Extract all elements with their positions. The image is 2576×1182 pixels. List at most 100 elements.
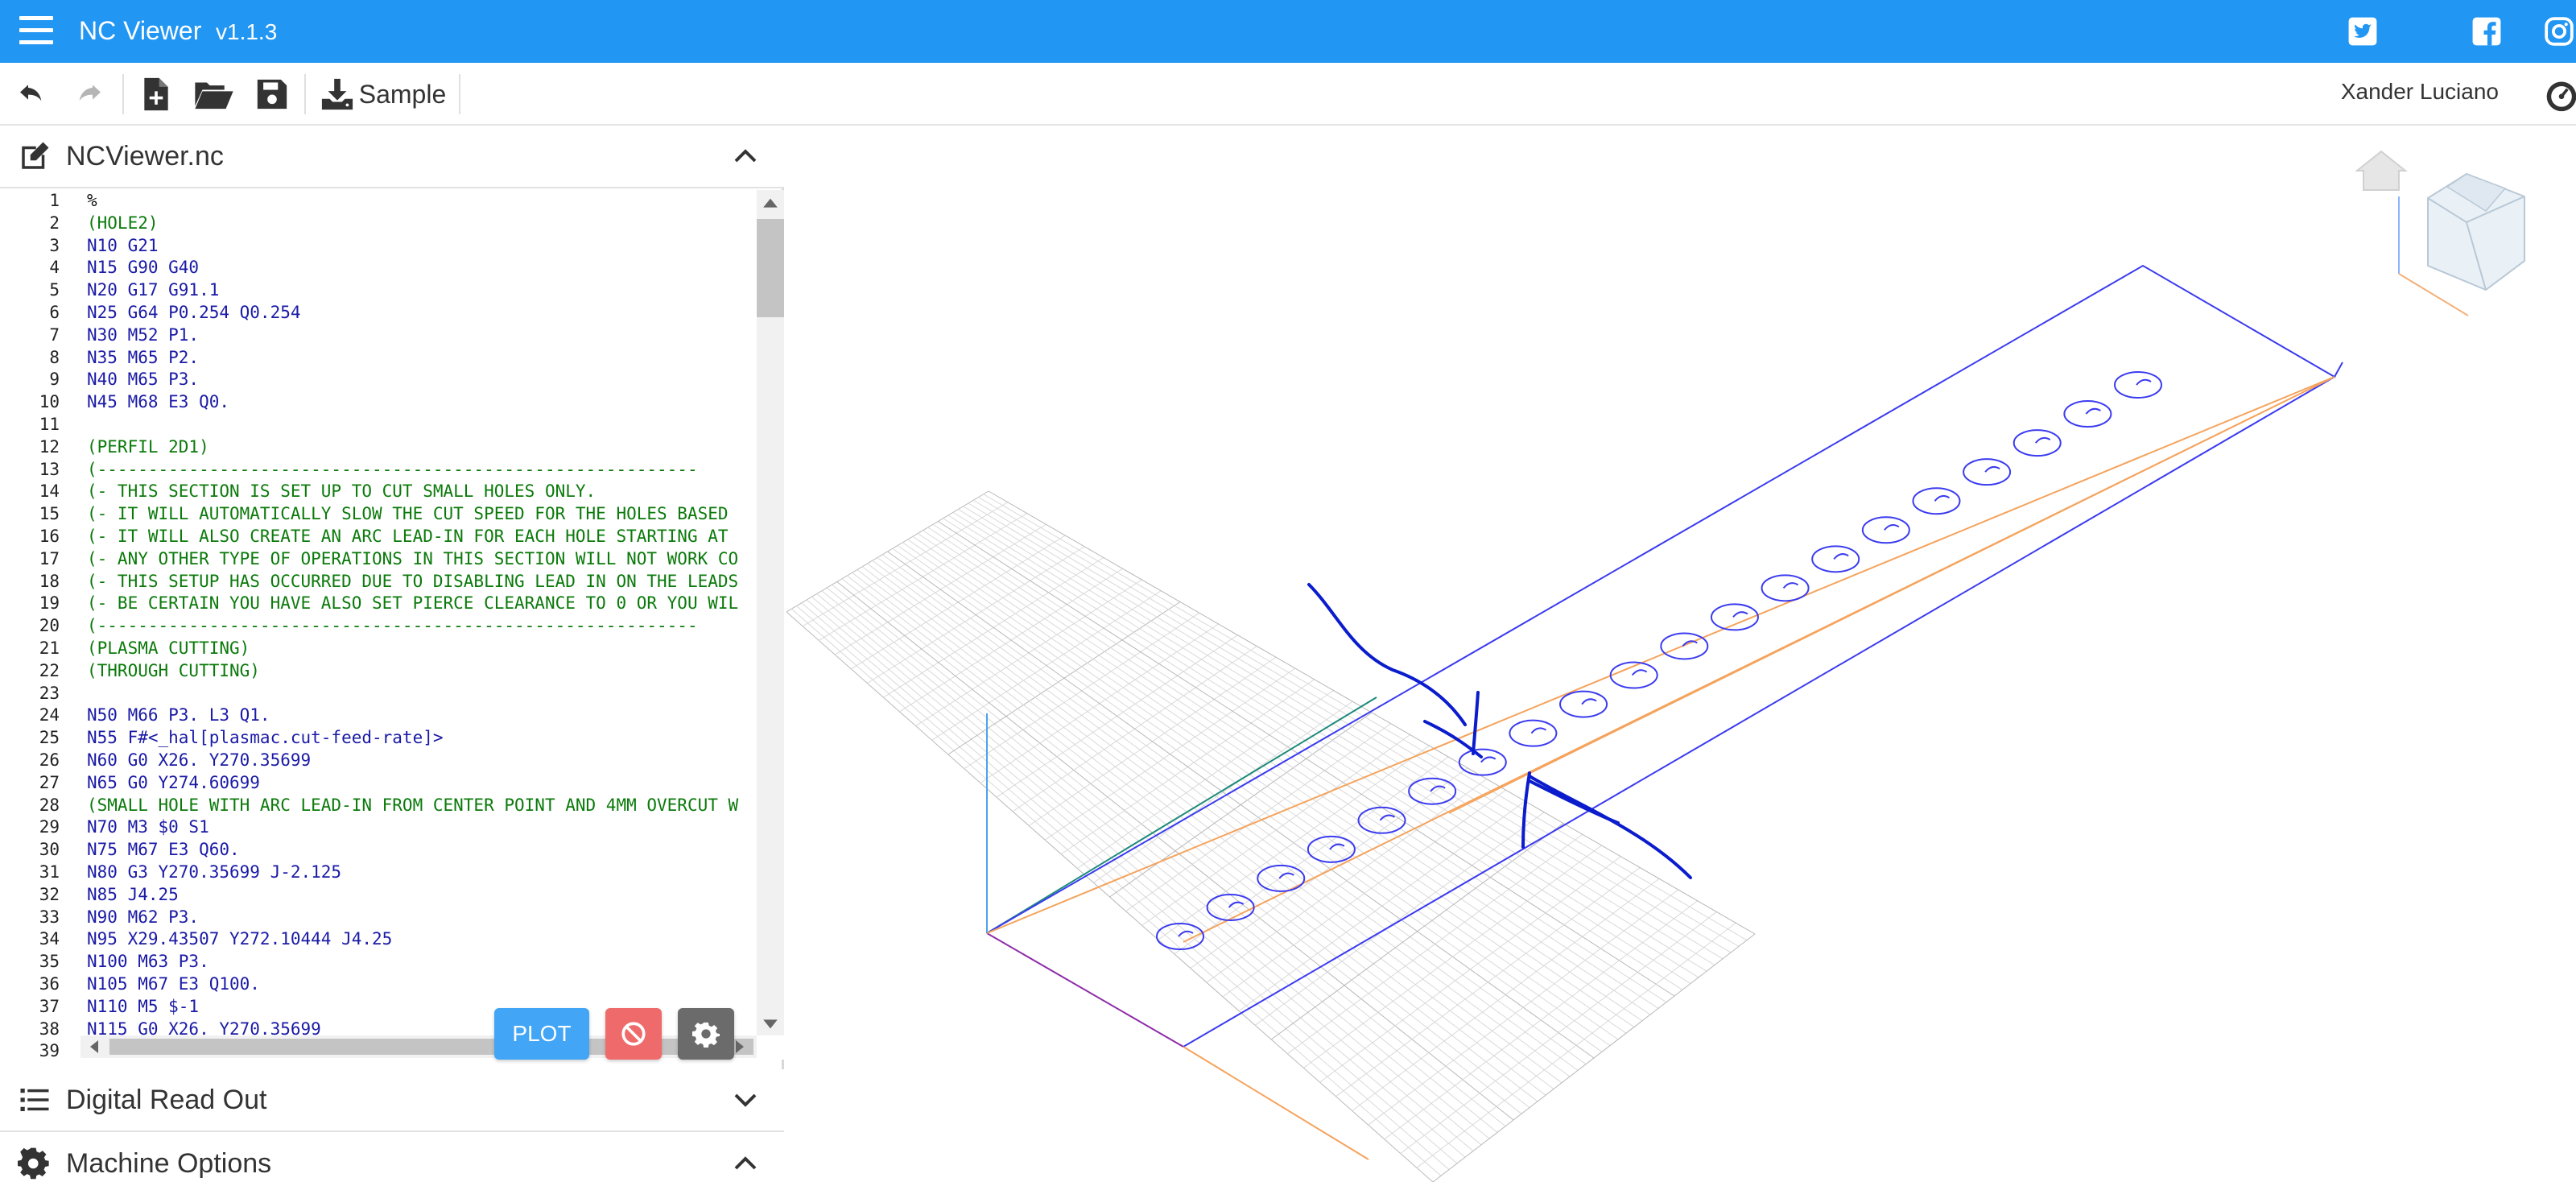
line-number: 14 [39,481,60,502]
line-number: 35 [39,952,60,972]
hole-toolpath [1408,777,1457,805]
code-text: (PERFIL 2D1) [87,436,209,457]
toolbar: Sample Xander Luciano [0,63,2576,126]
code-text: % [87,191,97,210]
line-number: 39 [39,1041,60,1060]
undo-button[interactable] [13,76,52,113]
redo-icon [79,85,101,101]
line-number: 3 [49,235,60,255]
chevron-up-icon[interactable] [731,1149,760,1178]
settings-button[interactable] [678,1008,734,1060]
scroll-down-arrow-icon[interactable] [762,1018,779,1032]
hole-toolpath [1761,574,1810,602]
code-text: (- ANY OTHER TYPE OF OPERATIONS IN THIS … [87,548,739,568]
toolbar-divider [459,74,460,114]
stop-button[interactable] [605,1008,662,1060]
rapid-move-line [986,376,2335,934]
toolbar-divider [122,74,124,114]
x-axis-line [986,932,1184,1048]
chevron-up-icon[interactable] [731,142,760,171]
annotation-arrow-stroke [1521,771,1531,849]
download-icon [321,78,353,110]
code-text: (SMALL HOLE WITH ARC LEAD-IN FROM CENTER… [87,795,739,815]
line-number: 16 [39,527,60,546]
twitter-icon[interactable] [2347,16,2378,47]
build-plate-grid [786,490,1756,1182]
grid-line [1384,900,1698,1140]
grid-line [1335,867,1641,1097]
hole-toolpath [1509,719,1558,747]
code-text: (THROUGH CUTTING) [87,660,260,680]
line-number: 7 [49,324,60,345]
hole-toolpath [1257,864,1306,892]
dro-panel-title: Digital Read Out [66,1084,267,1115]
line-number: 2 [49,213,60,233]
line-number: 24 [39,705,60,725]
line-number: 22 [39,660,60,680]
gcode-editor[interactable]: 1% 2 (HOLE2) 3 N10 G21 4 N15 G90 G40 5 N20 G17 G… [0,190,784,1060]
grid-line [1352,878,1660,1111]
bounding-box-edge [2334,362,2343,378]
dro-panel-header[interactable]: Digital Read Out [0,1069,784,1132]
sample-label: Sample [358,79,447,109]
line-number: 10 [39,392,60,412]
line-number: 13 [39,459,60,479]
machine-panel-title: Machine Options [66,1147,272,1179]
app-root: NC Viewer v1.1.3 Sample Xander Luciano N… [0,0,2576,1182]
home-icon[interactable] [2355,150,2408,191]
scroll-right-arrow-icon[interactable] [734,1039,747,1055]
code-text: (---------------------------------------… [87,616,698,636]
menu-icon[interactable] [19,16,53,47]
code-text: N55 F#<_hal[plasmac.cut-feed-rate]> [87,728,444,748]
hole-toolpath [1206,893,1255,921]
save-button[interactable] [253,76,291,113]
line-number: 28 [39,795,60,815]
gear-icon [692,1022,720,1048]
line-number: 31 [39,862,60,882]
toolbar-divider [304,74,306,114]
bounding-box [986,264,2336,1048]
scroll-up-arrow-icon[interactable] [762,195,779,209]
vertical-scrollbar-thumb[interactable] [757,219,784,317]
machine-panel-header[interactable]: Machine Options [0,1132,784,1182]
stop-icon [621,1022,646,1046]
line-number: 8 [49,347,60,367]
sample-button[interactable]: Sample [317,76,449,113]
plot-button[interactable]: PLOT [494,1008,589,1060]
code-text: N40 M65 P3. [87,370,200,390]
line-number: 36 [39,974,60,994]
grid-line [1368,889,1679,1126]
line-number: 17 [39,548,60,568]
line-number: 6 [49,303,60,322]
line-number: 23 [39,683,60,703]
hole-toolpath [2114,371,2162,399]
scroll-left-arrow-icon[interactable] [87,1039,100,1055]
chevron-down-icon[interactable] [731,1085,760,1114]
toolpath-canvas[interactable] [786,126,2576,1182]
3d-viewport[interactable] [786,126,2576,1182]
line-number: 21 [39,639,60,658]
line-number: 26 [39,750,60,770]
code-text: (PLASMA CUTTING) [87,639,250,658]
redo-button[interactable] [69,76,108,113]
y-axis-line [986,696,1377,934]
instagram-icon[interactable] [2544,16,2574,47]
new-file-button[interactable] [137,76,175,113]
line-number: 33 [39,907,60,927]
open-file-button[interactable] [192,76,237,113]
code-text: N35 M65 P2. [87,347,200,367]
hole-toolpath [2063,400,2112,428]
view-cube-icon[interactable] [2398,172,2525,316]
code-text: N15 G90 G40 [87,258,200,278]
code-text: N70 M3 $0 S1 [87,817,209,837]
line-number: 15 [39,504,60,524]
code-text: (- IT WILL AUTOMATICALLY SLOW THE CUT SP… [87,504,729,524]
hole-toolpath [1963,458,2012,486]
file-panel-header[interactable]: NCViewer.nc [0,126,784,188]
code-text: N45 M68 E3 Q0. [87,392,230,412]
grid-line [988,490,1756,935]
dashboard-icon[interactable] [2544,77,2576,113]
user-name[interactable]: Xander Luciano [2341,79,2499,105]
facebook-icon[interactable] [2471,16,2502,47]
line-number: 27 [39,772,60,792]
